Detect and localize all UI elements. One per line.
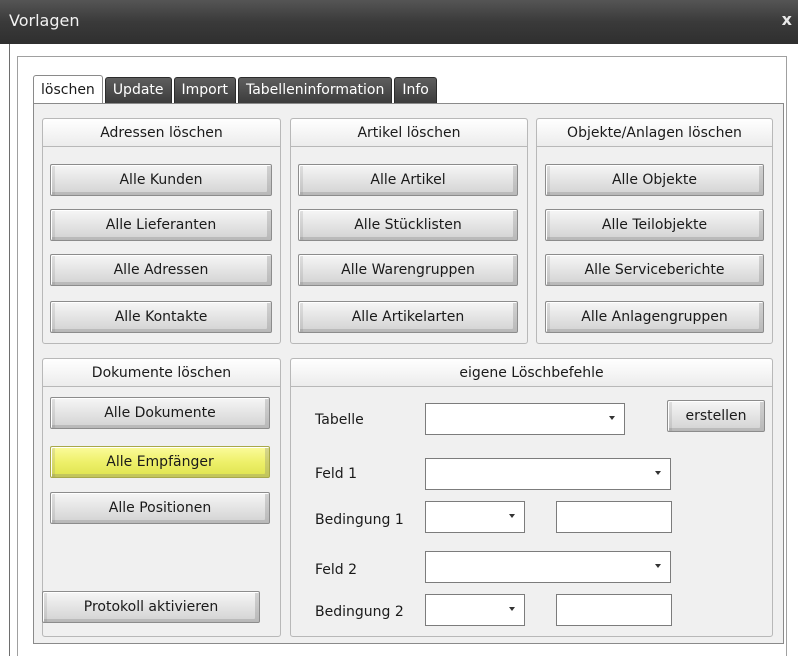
bedingung1-select[interactable] (425, 501, 525, 533)
alle-objekte-button[interactable]: Alle Objekte (545, 164, 764, 196)
alle-adressen-button[interactable]: Alle Adressen (50, 254, 272, 286)
alle-stuecklisten-button[interactable]: Alle Stücklisten (298, 209, 518, 241)
alle-kontakte-button[interactable]: Alle Kontakte (50, 301, 272, 333)
chevron-down-icon (509, 514, 515, 518)
alle-lieferanten-button[interactable]: Alle Lieferanten (50, 209, 272, 241)
tab-import[interactable]: Import (173, 77, 236, 103)
alle-artikelarten-button[interactable]: Alle Artikelarten (298, 301, 518, 333)
group-title: Adressen löschen (43, 119, 280, 147)
feld2-label: Feld 2 (315, 562, 358, 578)
alle-teilobjekte-button[interactable]: Alle Teilobjekte (545, 209, 764, 241)
alle-empfaenger-button[interactable]: Alle Empfänger (50, 446, 270, 478)
protokoll-aktivieren-button[interactable]: Protokoll aktivieren (42, 591, 260, 623)
tab-info[interactable]: Info (394, 77, 437, 103)
group-title: Objekte/Anlagen löschen (537, 119, 772, 147)
group-title: eigene Löschbefehle (291, 359, 772, 387)
alle-kunden-button[interactable]: Alle Kunden (50, 164, 272, 196)
tab-strip: löschen Update Import Tabelleninformatio… (33, 75, 439, 103)
bedingung2-label: Bedingung 2 (315, 604, 404, 620)
alle-artikel-button[interactable]: Alle Artikel (298, 164, 518, 196)
bedingung2-select[interactable] (425, 594, 525, 626)
chevron-down-icon (509, 607, 515, 611)
alle-dokumente-button[interactable]: Alle Dokumente (50, 397, 270, 429)
alle-serviceberichte-button[interactable]: Alle Serviceberichte (545, 254, 764, 286)
alle-warengruppen-button[interactable]: Alle Warengruppen (298, 254, 518, 286)
erstellen-button[interactable]: erstellen (667, 400, 765, 432)
feld1-label: Feld 1 (315, 466, 358, 482)
alle-positionen-button[interactable]: Alle Positionen (50, 492, 270, 524)
tab-tabelleninformation[interactable]: Tabelleninformation (237, 77, 393, 103)
window-title: Vorlagen (9, 11, 80, 30)
window-titlebar: Vorlagen x (0, 0, 798, 44)
alle-anlagengruppen-button[interactable]: Alle Anlagengruppen (545, 301, 764, 333)
group-title: Artikel löschen (291, 119, 527, 147)
tab-loeschen[interactable]: löschen (33, 75, 103, 103)
tab-update[interactable]: Update (104, 77, 172, 103)
feld1-select[interactable] (425, 458, 671, 490)
bedingung1-label: Bedingung 1 (315, 512, 404, 528)
chevron-down-icon (655, 564, 661, 568)
group-title: Dokumente löschen (43, 359, 280, 387)
chevron-down-icon (609, 416, 615, 420)
tabelle-label: Tabelle (315, 412, 364, 428)
wert2-input[interactable] (556, 594, 672, 626)
tabelle-select[interactable] (425, 403, 625, 435)
chevron-down-icon (655, 471, 661, 475)
wert1-input[interactable] (556, 501, 672, 533)
feld2-select[interactable] (425, 551, 671, 583)
close-icon[interactable]: x (782, 10, 792, 29)
